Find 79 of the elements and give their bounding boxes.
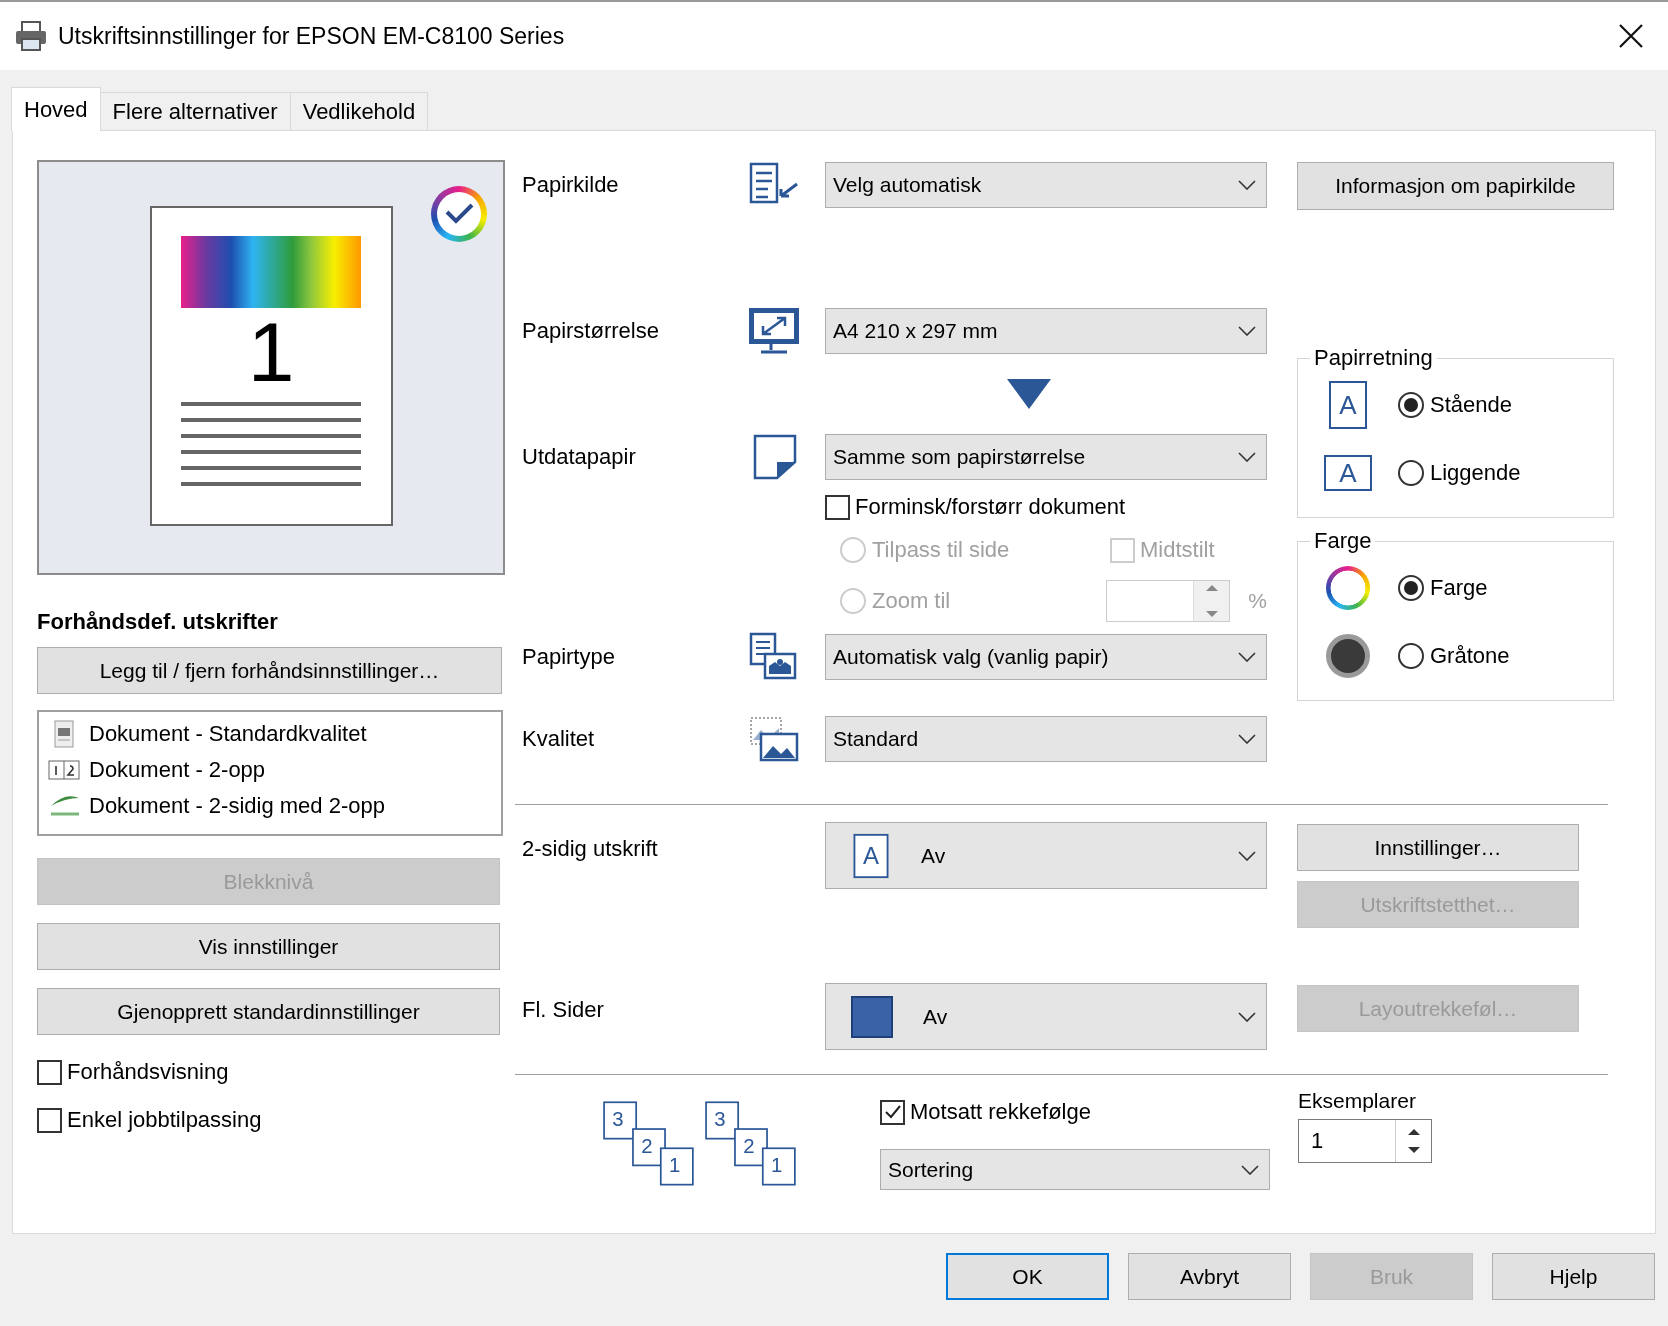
down-triangle-icon — [1007, 379, 1051, 409]
chevron-icon — [1238, 850, 1256, 861]
dropdown[interactable]: A Av — [825, 822, 1267, 889]
checkbox[interactable] — [37, 1059, 62, 1085]
checkbox-label: Motsatt rekkefølge — [910, 1099, 1091, 1125]
radio-label: Gråtone — [1430, 643, 1510, 669]
checkbox[interactable] — [880, 1099, 905, 1125]
landscape-page-icon: A — [1323, 454, 1373, 492]
page-number: 1 — [247, 310, 295, 394]
field-label: Papirkilde — [521, 172, 620, 198]
radio-label: Liggende — [1430, 460, 1521, 486]
field-label: Papirtype — [521, 644, 616, 670]
dropdown[interactable]: Standard — [825, 716, 1267, 762]
action-button[interactable]: Vis innstillinger — [37, 923, 500, 970]
radio-button[interactable] — [1398, 392, 1424, 418]
checkbox-label: Enkel jobbtilpassing — [67, 1107, 262, 1133]
preset-item[interactable]: Dokument - 2-opp — [47, 752, 493, 788]
dropdown[interactable]: Av — [825, 983, 1267, 1050]
radio-label: Farge — [1430, 575, 1488, 601]
dropdown[interactable]: Automatisk valg (vanlig papir) — [825, 634, 1267, 680]
group-label: Papirretning — [1313, 345, 1434, 371]
spinner-arrows-icon — [1407, 1129, 1420, 1153]
preset-item[interactable]: Dokument - 2-sidig med 2-opp — [47, 788, 493, 824]
chevron-icon — [1241, 1164, 1259, 1175]
field-label: 2-sidig utskrift — [521, 835, 659, 862]
preset-item[interactable]: Dokument - Standardkvalitet — [47, 716, 493, 752]
radio-button[interactable] — [1398, 575, 1424, 601]
settings-button[interactable]: Innstillinger… — [1297, 824, 1579, 871]
field-label: Utdatapapir — [521, 444, 637, 470]
check-icon — [883, 1104, 902, 1120]
portrait-page-icon: A — [1328, 380, 1368, 430]
page-icon: A — [851, 832, 891, 879]
color-wheel-icon — [1326, 566, 1370, 610]
number-field[interactable] — [1106, 580, 1231, 622]
dropdown[interactable]: Sortering — [880, 1149, 1270, 1190]
radio-button[interactable] — [1398, 460, 1424, 486]
dialog-button[interactable]: OK — [946, 1253, 1109, 1300]
radio-button[interactable] — [1398, 643, 1424, 669]
chevron-icon — [1238, 652, 1256, 662]
field-label: Papirstørrelse — [521, 318, 660, 344]
dropdown[interactable]: A4 210 x 297 mm — [825, 308, 1267, 354]
checkbox-label: Forminsk/forstørr dokument — [855, 494, 1126, 520]
manage-presets-button[interactable]: Legg til / fjern forhåndsinnstillinger… — [37, 647, 502, 694]
dialog-button[interactable]: Avbryt — [1128, 1253, 1291, 1300]
chevron-icon — [1238, 452, 1256, 462]
monitor-icon — [747, 306, 801, 356]
unit-label: % — [1248, 589, 1267, 613]
dropdown[interactable]: Velg automatisk — [825, 162, 1267, 208]
checkbox[interactable] — [825, 494, 850, 520]
section-heading: Forhåndsdef. utskrifter — [37, 609, 279, 635]
close-icon[interactable] — [1618, 23, 1644, 49]
tab[interactable]: Vedlikehold — [289, 92, 429, 130]
chevron-icon — [1238, 1011, 1256, 1022]
tab[interactable]: Hoved — [11, 87, 101, 131]
grayscale-dot-icon — [1326, 634, 1370, 678]
checkbox-label: Forhåndsvisning — [67, 1059, 229, 1085]
printer-icon — [14, 20, 48, 52]
dialog-button[interactable]: Hjelp — [1492, 1253, 1655, 1300]
chevron-icon — [1238, 326, 1256, 336]
radio-label: Stående — [1430, 392, 1512, 418]
spinner-arrows-icon — [1205, 585, 1218, 617]
picture-icon — [747, 714, 801, 764]
checkbox[interactable] — [37, 1107, 62, 1133]
window-title: Utskriftsinnstillinger for EPSON EM-C8100 Series — [58, 22, 566, 50]
action-button[interactable]: Gjenopprett standardinnstillinger — [37, 988, 500, 1035]
group-label: Farge — [1313, 528, 1373, 554]
filled-square-icon — [851, 995, 893, 1038]
paper-source-info-button[interactable]: Informasjon om papirkilde — [1297, 162, 1614, 210]
field-label: Fl. Sider — [521, 996, 605, 1023]
chevron-icon — [1238, 734, 1256, 744]
radio-label: Tilpass til side — [872, 537, 1010, 563]
dropdown[interactable]: Samme som papirstørrelse — [825, 434, 1267, 480]
radio-label: Zoom til — [872, 588, 951, 614]
checkbox-label: Midtstilt — [1140, 537, 1215, 563]
check-circle-icon — [431, 186, 487, 242]
field-label: Eksemplarer — [1298, 1089, 1417, 1113]
chevron-icon — [1238, 180, 1256, 190]
number-field[interactable]: 1 — [1298, 1119, 1432, 1163]
field-label: Kvalitet — [521, 726, 596, 752]
